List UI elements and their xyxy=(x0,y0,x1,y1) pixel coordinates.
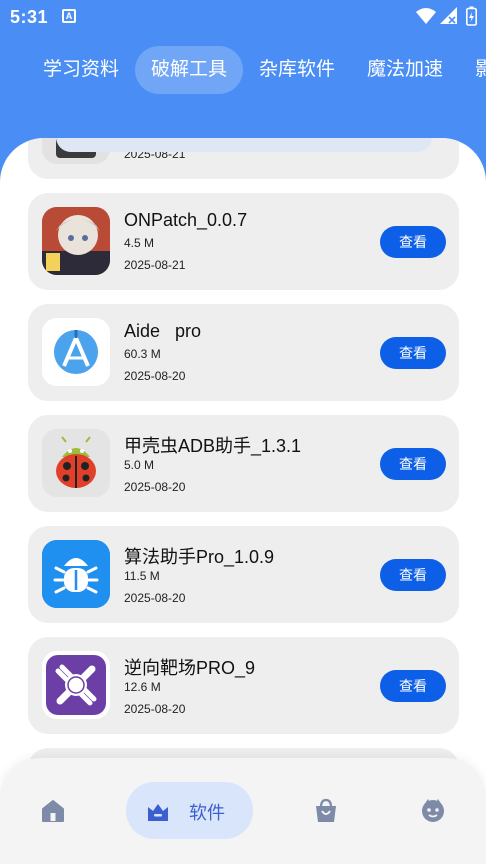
view-button[interactable]: 查看 xyxy=(380,670,446,702)
tab-crack-tools[interactable]: 破解工具 xyxy=(135,46,244,94)
nav-shop[interactable] xyxy=(313,782,341,838)
notification-icon: A xyxy=(62,9,76,23)
app-size: 4.5 M xyxy=(124,236,155,250)
nav-profile[interactable] xyxy=(420,782,448,838)
wifi-icon xyxy=(416,8,436,24)
tab-misc-software[interactable]: 杂库软件 xyxy=(259,46,335,94)
list-item[interactable]: 甲壳虫ADB助手_1.3.1 5.0 M 2025-08-20 查看 xyxy=(28,415,459,512)
battery-icon xyxy=(466,6,477,26)
app-name: 逆向靶场PRO_9 xyxy=(124,658,256,678)
status-bar: 5:31 A xyxy=(0,0,486,34)
crown-box-icon xyxy=(148,804,168,821)
app-list: 2025-08-21 ONPatch_0.0.7 4.5 M 2025-08-2… xyxy=(0,138,486,864)
bug-icon xyxy=(42,540,110,608)
view-button[interactable]: 查看 xyxy=(380,337,446,369)
shopping-bag-icon xyxy=(316,798,336,822)
tab-vpn-acceleration[interactable]: 魔法加速 xyxy=(367,46,443,94)
android-studio-icon xyxy=(42,318,110,386)
signal-icon xyxy=(440,7,457,24)
list-item[interactable]: 算法助手Pro_1.0.9 11.5 M 2025-08-20 查看 xyxy=(28,526,459,623)
app-date: 2025-08-20 xyxy=(124,480,186,494)
tab-study-materials[interactable]: 学习资料 xyxy=(43,46,119,94)
home-icon xyxy=(42,800,64,822)
app-name: 算法助手Pro_1.0.9 xyxy=(124,547,275,567)
sheet-handle xyxy=(56,138,432,152)
list-item[interactable]: 逆向靶场PRO_9 12.6 M 2025-08-20 查看 xyxy=(28,637,459,734)
nav-home[interactable] xyxy=(40,782,68,838)
app-size: 11.5 M xyxy=(124,569,160,583)
nav-software-label: 软件 xyxy=(189,803,225,823)
ladybug-android-icon xyxy=(42,429,110,497)
view-button[interactable]: 查看 xyxy=(380,559,446,591)
profile-icon xyxy=(422,799,444,822)
bottom-navigation: 软件 xyxy=(0,758,486,864)
list-item[interactable]: ONPatch_0.0.7 4.5 M 2025-08-21 查看 xyxy=(28,193,459,290)
app-name: Aide pro xyxy=(124,321,202,341)
app-date: 2025-08-20 xyxy=(124,702,186,716)
view-button[interactable]: 查看 xyxy=(380,448,446,480)
tab-video[interactable]: 影 xyxy=(475,46,486,94)
app-size: 12.6 M xyxy=(124,680,161,694)
app-date: 2025-08-21 xyxy=(124,258,186,272)
category-tabs: 学习资料 破解工具 杂库软件 魔法加速 影 xyxy=(0,46,486,94)
app-name: ONPatch_0.0.7 xyxy=(124,210,248,230)
content-sheet: 2025-08-21 ONPatch_0.0.7 4.5 M 2025-08-2… xyxy=(0,138,486,864)
view-button[interactable]: 查看 xyxy=(380,226,446,258)
app-date: 2025-08-20 xyxy=(124,591,186,605)
app-name: 甲壳虫ADB助手_1.3.1 xyxy=(124,436,302,456)
app-size: 60.3 M xyxy=(124,347,161,361)
list-item[interactable]: Aide pro 60.3 M 2025-08-20 查看 xyxy=(28,304,459,401)
tool-badge-icon xyxy=(42,651,110,719)
nav-software[interactable]: 软件 xyxy=(126,782,253,839)
app-date: 2025-08-20 xyxy=(124,369,186,383)
status-time: 5:31 xyxy=(10,7,49,27)
anime-avatar-icon xyxy=(42,207,110,275)
app-size: 5.0 M xyxy=(124,458,155,472)
